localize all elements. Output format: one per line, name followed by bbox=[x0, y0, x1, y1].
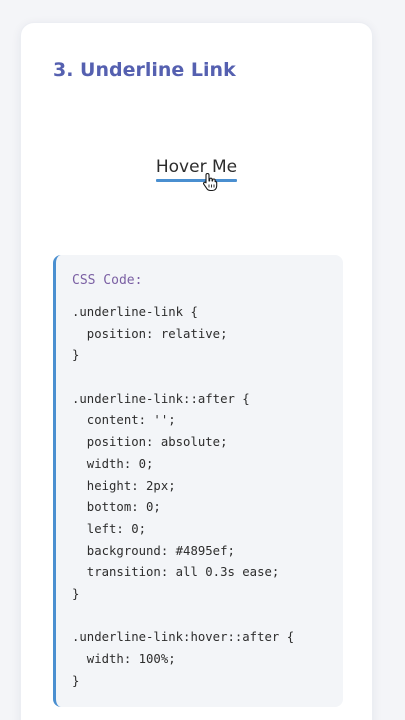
hover-me-label: Hover Me bbox=[155, 157, 238, 177]
hover-me-link[interactable]: Hover Me bbox=[155, 157, 238, 182]
code-line: transition: all 0.3s ease; bbox=[72, 565, 280, 580]
code-line: left: 0; bbox=[72, 521, 147, 536]
css-code-block: CSS Code: .underline-link { position: re… bbox=[53, 255, 343, 707]
hand-pointer-icon bbox=[203, 172, 218, 192]
section-title: 3. Underline Link bbox=[53, 59, 236, 81]
code-line: position: relative; bbox=[72, 326, 228, 341]
code-label: CSS Code: bbox=[72, 273, 143, 288]
code-line: width: 0; bbox=[72, 456, 154, 471]
demo-area: Hover Me bbox=[21, 157, 372, 182]
code-line: .underline-link:hover::after { bbox=[72, 630, 295, 645]
link-underline-bar bbox=[155, 179, 238, 182]
code-line: content: ''; bbox=[72, 413, 176, 428]
code-line: .underline-link { bbox=[72, 305, 198, 319]
code-line: } bbox=[72, 586, 80, 601]
code-line: .underline-link::after { bbox=[72, 391, 250, 406]
demo-card: 3. Underline Link Hover Me CSS Code: .un… bbox=[20, 22, 373, 720]
code-line: height: 2px; bbox=[72, 478, 176, 493]
code-line: width: 100%; bbox=[72, 652, 176, 666]
code-line: } bbox=[72, 348, 80, 363]
code-line: background: #4895ef; bbox=[72, 543, 235, 558]
code-line: } bbox=[72, 673, 80, 688]
code-lines: .underline-link { position: relative;} .u… bbox=[72, 302, 343, 692]
code-line: bottom: 0; bbox=[72, 500, 161, 515]
code-line: position: absolute; bbox=[72, 435, 228, 450]
